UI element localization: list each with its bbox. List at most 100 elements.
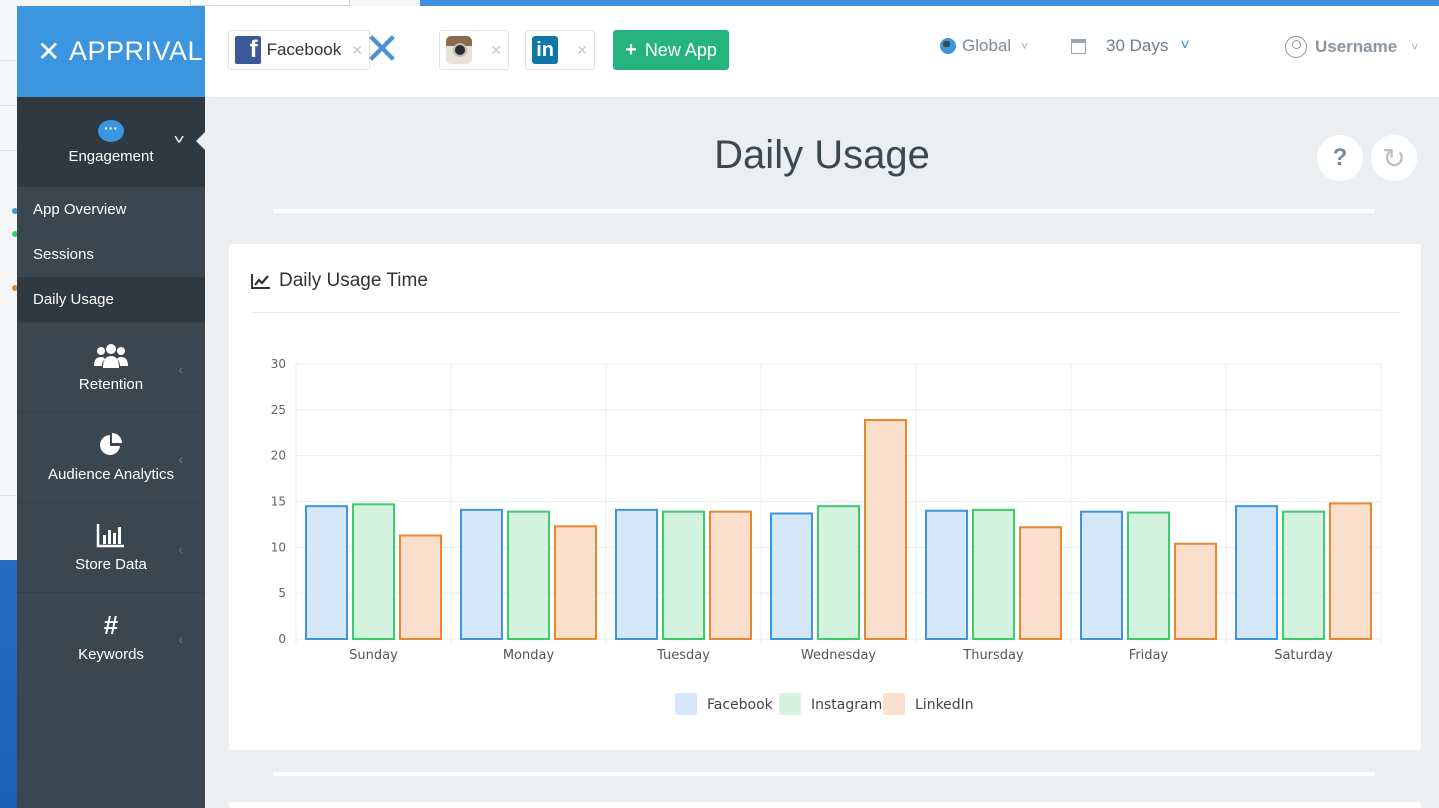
remove-app-icon[interactable]: ✕ [490,42,502,59]
chevron-left-icon: ‹ [178,361,183,377]
pie-chart-icon [98,432,124,458]
bar-instagram [507,510,550,641]
bar-linkedin [554,525,597,640]
legend-swatch-linkedin [883,693,905,715]
bar-linkedin [864,419,907,640]
new-app-label: New App [644,39,717,60]
chevron-down-icon: ˅ [173,131,185,147]
app-window: ✕ APPRIVAL ··· Engagement ˅ App Overview… [17,6,1439,808]
help-button[interactable]: ? [1317,135,1363,181]
new-app-button[interactable]: + New App [613,30,729,70]
brand-name: APPRIVAL [68,36,204,66]
chevron-left-icon: ‹ [178,451,183,467]
username-label: Username [1315,37,1398,56]
bar-facebook [1080,510,1123,641]
next-card [229,802,1421,808]
y-tick-label: 25 [271,403,286,417]
sidebar-item-store-data[interactable]: Store Data ‹ [17,502,205,592]
divider [273,772,1375,776]
date-range-selector[interactable]: 30 Days ˅ [1071,36,1190,56]
chevron-left-icon: ‹ [178,541,183,557]
submenu-item-daily-usage[interactable]: Daily Usage [17,277,205,322]
chevron-down-icon: ˅ [1180,37,1190,54]
sidebar-item-label: Retention [78,376,144,393]
plus-icon: + [625,38,637,61]
instagram-icon [446,36,473,64]
card-title-text: Daily Usage Time [279,270,428,291]
remove-app-icon[interactable]: ✕ [576,42,588,59]
y-tick-label: 10 [271,540,286,554]
chat-bubble-icon: ··· [98,119,124,142]
engagement-submenu: App Overview Sessions Daily Usage [17,187,205,322]
bar-linkedin [709,510,752,641]
bar-facebook [305,505,348,640]
chevron-down-icon: ˅ [1411,40,1419,54]
line-chart-icon [251,274,270,289]
bar-facebook [615,508,658,640]
hashtag-icon: # [103,610,119,640]
legend-label: LinkedIn [915,697,974,713]
date-range-label: 30 Days [1106,36,1169,55]
main-content: Daily Usage ? ↻ Daily Usage Time 0 5 10 15 2… [205,97,1439,808]
chevron-down-icon: ˅ [1021,39,1029,53]
x-tick-label: Tuesday [656,648,710,663]
bar-facebook [925,509,968,640]
bar-instagram [1282,510,1325,641]
y-tick-label: 20 [271,449,286,463]
bar-instagram [972,508,1015,640]
legend-swatch-facebook [675,693,697,715]
divider [273,209,1375,213]
sidebar-item-audience-analytics[interactable]: Audience Analytics ‹ [17,412,205,502]
user-menu[interactable]: Username ˅ [1285,36,1418,58]
app-chip-instagram[interactable]: ✕ [439,30,509,70]
bar-instagram [1127,511,1170,640]
sidebar-item-label: Engagement [68,147,154,165]
bar-linkedin [1329,502,1372,640]
bar-facebook [770,512,813,640]
facebook-icon: f [235,36,261,64]
sidebar-item-keywords[interactable]: # Keywords ‹ [17,592,205,682]
linkedin-icon: in [532,36,559,64]
submenu-item-sessions[interactable]: Sessions [17,232,205,277]
app-chip-label: Facebook [266,40,342,59]
bar-chart-icon [96,522,126,548]
globe-icon [940,38,956,54]
daily-usage-chart: 0 5 10 15 20 25 30 Sunday Monday Tuesday Wednesday… [271,357,1382,715]
x-tick-label: Saturday [1274,648,1333,663]
card-title: Daily Usage Time [251,270,428,292]
sidebar-item-engagement[interactable]: ··· Engagement ˅ [17,97,206,187]
sidebar-item-retention[interactable]: Retention ‹ [17,322,205,412]
bar-instagram [352,503,395,640]
apprival-x-icon: ✕ [363,25,401,74]
calendar-icon [1071,38,1086,54]
chevron-left-icon: ‹ [178,631,183,647]
sidebar-item-label: Keywords [78,646,144,663]
sidebar-item-label: Store Data [75,556,147,573]
app-chip-facebook[interactable]: f Facebook ✕ [228,30,370,70]
y-tick-label: 15 [271,495,286,509]
bar-linkedin [399,534,442,640]
question-icon: ? [1332,144,1348,171]
app-chip-linkedin[interactable]: in ✕ [525,30,595,70]
x-tick-label: Sunday [349,648,398,663]
page-title: Daily Usage [714,133,930,177]
brand-logo[interactable]: ✕ APPRIVAL [17,6,205,97]
bar-facebook [1235,505,1278,640]
refresh-icon: ↻ [1382,142,1406,174]
user-icon [1285,36,1307,58]
bar-instagram [817,505,860,640]
refresh-button[interactable]: ↻ [1371,135,1417,181]
top-bar: f Facebook ✕ ✕ ✕ in ✕ + New App Global ˅… [205,6,1439,97]
region-selector[interactable]: Global ˅ [940,36,1028,56]
y-tick-label: 5 [278,586,286,600]
legend-label: Instagram [811,697,882,713]
bar-linkedin [1174,542,1217,640]
x-tick-label: Wednesday [801,648,877,663]
card-divider [251,312,1399,313]
daily-usage-card: Daily Usage Time 0 5 10 15 20 25 30 Sunday Monda… [229,244,1421,750]
y-tick-label: 0 [278,632,286,646]
sidebar-item-label: Audience Analytics [48,466,174,483]
x-tick-label: Thursday [962,648,1024,663]
legend-label: Facebook [707,697,774,713]
submenu-item-app-overview[interactable]: App Overview [17,187,205,232]
